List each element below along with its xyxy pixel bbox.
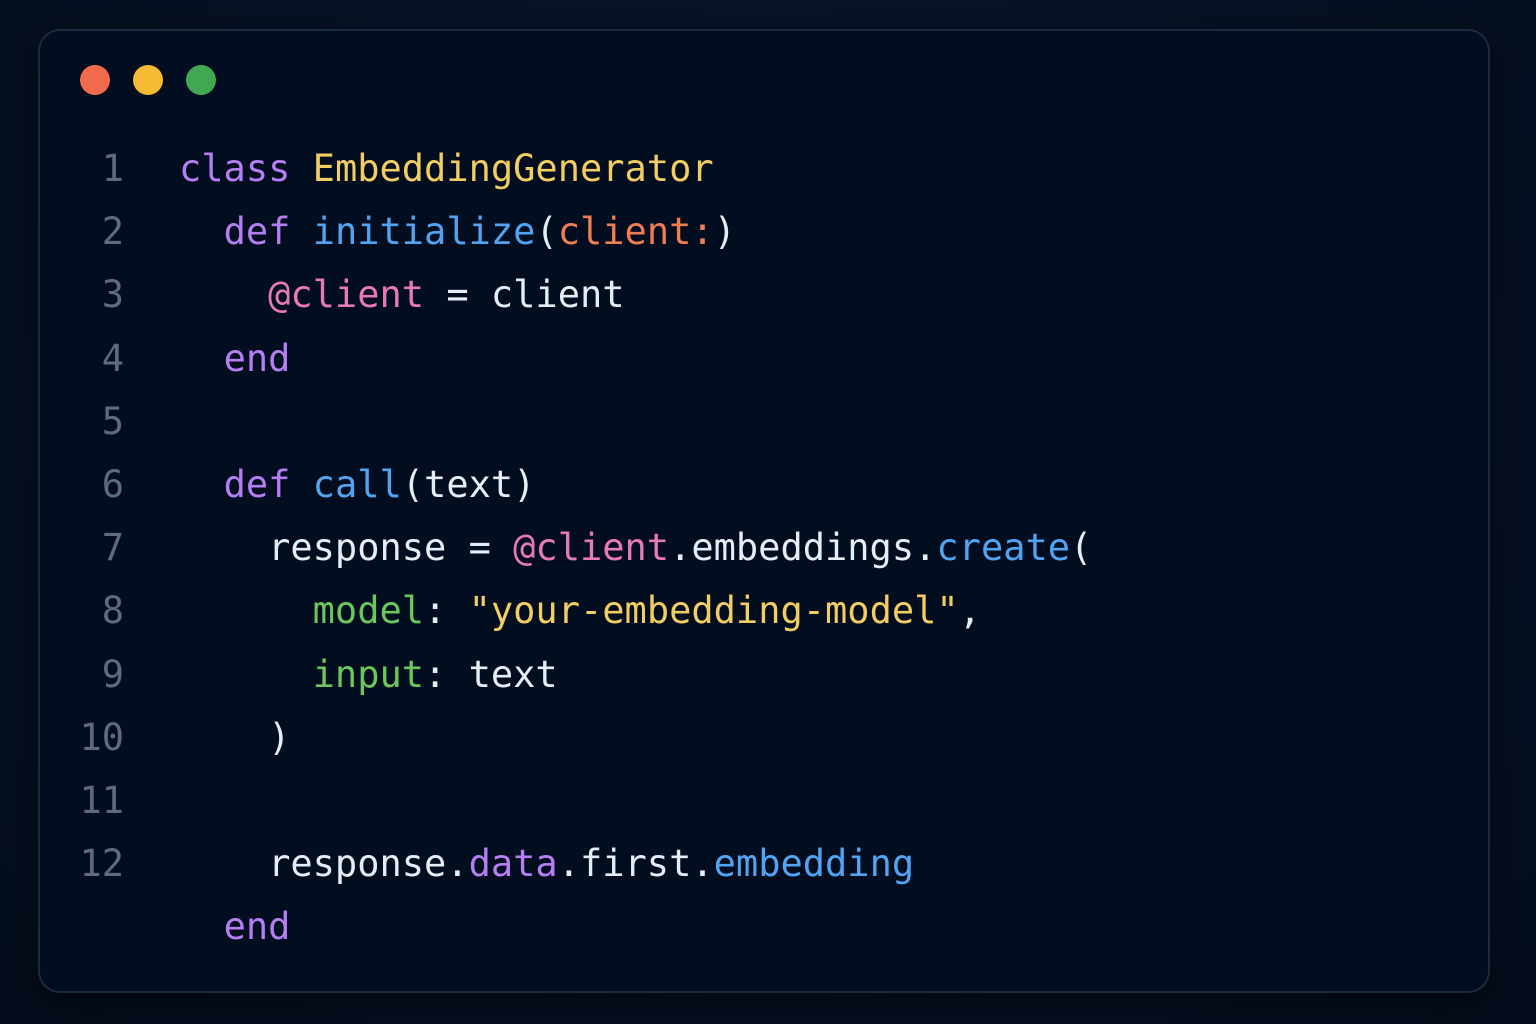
line-number: 12	[79, 842, 124, 886]
line-source: response.data.first.embedding	[124, 845, 914, 882]
code-token: initialize	[312, 210, 536, 254]
code-line: 10 )	[40, 706, 1488, 769]
code-token: call	[312, 463, 402, 507]
code-token: response.	[179, 842, 469, 886]
code-window: 1 class EmbeddingGenerator 2 def initializ…	[38, 29, 1490, 993]
line-number: 9	[101, 652, 124, 696]
code-line: 12 response.data.first.embedding	[40, 832, 1488, 895]
code-token: .embeddings.	[669, 526, 937, 570]
code-token: )	[713, 210, 736, 254]
line-number: 5	[101, 399, 124, 443]
code-line: 9 input: text	[40, 643, 1488, 706]
window-controls	[80, 65, 216, 95]
line-source: end	[124, 905, 291, 949]
code-token: input	[312, 652, 425, 696]
line-source: def call(text)	[124, 463, 536, 507]
line-source: end	[124, 336, 291, 380]
minimize-button[interactable]	[133, 65, 163, 95]
code-line: 2 def initialize(client:)	[40, 200, 1488, 263]
line-number: 2	[101, 210, 124, 254]
close-button[interactable]	[80, 65, 110, 95]
code-token: = client	[424, 273, 625, 317]
code-token: response =	[179, 526, 514, 570]
code-line: 1 class EmbeddingGenerator	[40, 137, 1488, 200]
line-source: model: "your-embedding-model",	[124, 592, 981, 629]
code-token: @client	[268, 273, 425, 317]
code-token: @client	[513, 526, 670, 570]
code-token: (	[1070, 526, 1093, 570]
code-token: )	[179, 715, 291, 759]
code-block: 1 class EmbeddingGenerator 2 def initializ…	[40, 137, 1488, 958]
code-token: (	[535, 210, 558, 254]
line-number: 10	[79, 715, 124, 759]
code-token: : text	[424, 652, 558, 696]
code-token: end	[223, 905, 291, 949]
line-source: @client = client	[124, 273, 625, 317]
line-number: 6	[101, 463, 124, 507]
code-token: ,	[958, 589, 981, 633]
code-line: 7 response = @client.embeddings.create(	[40, 516, 1488, 579]
code-token: embedding	[713, 842, 915, 886]
line-source: response = @client.embeddings.create(	[124, 529, 1092, 566]
code-token: model	[312, 589, 425, 633]
line-number: 11	[79, 778, 124, 822]
code-line: 3 @client = client	[40, 263, 1488, 326]
code-token: data	[468, 842, 558, 886]
line-source: input: text	[124, 656, 558, 693]
line-number: 7	[101, 526, 124, 570]
line-number: 3	[101, 273, 124, 317]
line-source: def initialize(client:)	[124, 213, 736, 250]
line-number: 8	[101, 589, 124, 633]
line-number: 1	[101, 147, 124, 191]
code-token: class	[179, 147, 291, 191]
code-token: "your-embedding-model"	[468, 589, 959, 633]
code-token: end	[223, 336, 291, 380]
code-token: client:	[557, 210, 714, 254]
code-token: (text)	[401, 463, 536, 507]
code-token: create	[936, 526, 1071, 570]
code-line: end	[40, 895, 1488, 958]
code-line: 4 end	[40, 327, 1488, 390]
line-number: 4	[101, 336, 124, 380]
maximize-button[interactable]	[186, 65, 216, 95]
code-line: 8 model: "your-embedding-model",	[40, 579, 1488, 642]
code-line: 11	[40, 769, 1488, 832]
code-token: :	[424, 589, 469, 633]
line-source: )	[124, 719, 290, 756]
code-line: 5	[40, 390, 1488, 453]
code-token: def	[223, 463, 291, 507]
code-line: 6 def call(text)	[40, 453, 1488, 516]
code-token: .first.	[557, 842, 714, 886]
line-source: class EmbeddingGenerator	[124, 150, 714, 187]
code-token: def	[223, 210, 291, 254]
code-token: EmbeddingGenerator	[312, 147, 714, 191]
